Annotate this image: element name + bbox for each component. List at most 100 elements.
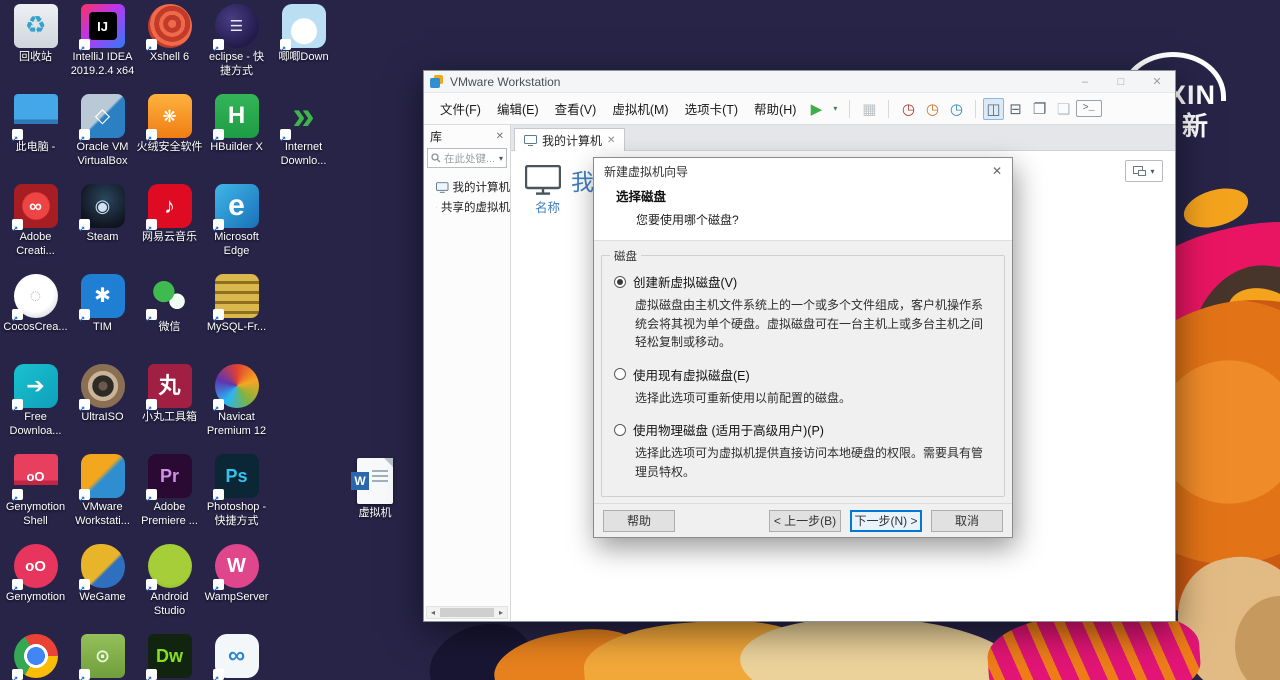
desktop-icon[interactable]	[270, 184, 337, 274]
app-icon-glyph	[290, 642, 318, 670]
scroll-right-icon[interactable]: ▸	[495, 608, 507, 617]
desktop-icon[interactable]: ∞ Adobe Creati...	[2, 184, 69, 274]
desktop-icon[interactable]: 此电脑 -	[2, 94, 69, 184]
shortcut-arrow-icon	[145, 309, 157, 320]
desktop-icon[interactable]: ⊙	[69, 634, 136, 680]
help-button[interactable]: 帮助	[603, 509, 675, 532]
desktop-icon[interactable]: MySQL-Fr...	[203, 274, 270, 364]
app-icon-glyph	[156, 282, 184, 310]
tab-my-computer[interactable]: 我的计算机 ✕	[514, 128, 626, 152]
desktop-icon[interactable]: ∞	[203, 634, 270, 680]
desktop-icon[interactable]	[2, 634, 69, 680]
desktop-icon[interactable]: WeGame	[69, 544, 136, 634]
next-button[interactable]: 下一步(N) >	[850, 509, 922, 532]
desktop-icon[interactable]: » Internet Downlo...	[270, 94, 337, 184]
shortcut-arrow-icon	[11, 399, 23, 410]
close-button[interactable]: ✕	[1139, 71, 1175, 92]
radio-button-icon[interactable]	[614, 275, 626, 288]
radio-button-icon[interactable]	[614, 368, 626, 381]
take-snapshot-button[interactable]: ◷	[896, 98, 920, 120]
desktop-icon[interactable]: VMware Workstati...	[69, 454, 136, 544]
desktop-icon[interactable]: Dw	[136, 634, 203, 680]
scrollbar-thumb[interactable]	[440, 608, 494, 617]
name-column-header[interactable]: 名称	[535, 197, 560, 216]
desktop-icon[interactable]: 微信	[136, 274, 203, 364]
desktop-icon-label: Navicat Premium 12	[206, 411, 267, 437]
menu-item[interactable]: 选项卡(T)	[677, 99, 746, 118]
word-doc-icon: W	[351, 458, 393, 504]
minimize-button[interactable]: –	[1067, 71, 1103, 92]
revert-snapshot-button[interactable]: ◷	[920, 98, 944, 120]
desktop-icon[interactable]: W WampServer	[203, 544, 270, 634]
library-close-icon[interactable]: ✕	[496, 131, 504, 142]
library-toggle-button[interactable]: ◫	[983, 97, 1004, 120]
desktop-icon[interactable]: ☰ eclipse - 快捷方式	[203, 4, 270, 94]
desktop-icon[interactable]: e Microsoft Edge	[203, 184, 270, 274]
power-dropdown-icon[interactable]: ▾	[828, 98, 842, 120]
desktop-icon[interactable]: ❋ 火绒安全软件	[136, 94, 203, 184]
desktop-icon[interactable]: 丸 小丸工具箱	[136, 364, 203, 454]
maximize-button[interactable]: □	[1103, 71, 1139, 92]
radio-option[interactable]: 创建新虚拟磁盘(V)	[614, 272, 992, 291]
tab-label: 我的计算机	[542, 134, 603, 148]
desktop-icon[interactable]	[270, 544, 337, 634]
desktop-icon[interactable]: 唧唧Down	[270, 4, 337, 94]
radio-option-label: 创建新虚拟磁盘(V)	[633, 276, 738, 290]
desktop-icon[interactable]: ➔ Free Downloa...	[2, 364, 69, 454]
power-on-button[interactable]: ▶	[804, 98, 828, 120]
library-search-input[interactable]: 在此处键... ▾	[427, 148, 507, 168]
search-dropdown-icon[interactable]: ▾	[499, 154, 503, 163]
desktop-icon[interactable]: ◇ Oracle VM VirtualBox	[69, 94, 136, 184]
radio-option[interactable]: 使用物理磁盘 (适用于高级用户)(P)	[614, 420, 992, 439]
console-button[interactable]: >_	[1075, 100, 1102, 117]
desktop-icon[interactable]: Ps Photoshop - 快捷方式	[203, 454, 270, 544]
desktop-icon[interactable]: Pr Adobe Premiere ...	[136, 454, 203, 544]
snapshot-manager-button[interactable]: ◷	[944, 98, 968, 120]
desktop-icon[interactable]: oO Genymotion	[2, 544, 69, 634]
desktop-icon[interactable]	[270, 634, 337, 680]
desktop-icon[interactable]: Xshell 6	[136, 4, 203, 94]
console-view-button[interactable]: ▾	[1125, 160, 1163, 182]
dialog-close-icon[interactable]: ✕	[992, 164, 1002, 178]
desktop-icon[interactable]: ◌ CocosCrea...	[2, 274, 69, 364]
desktop-icon[interactable]	[270, 454, 337, 544]
tab-close-icon[interactable]: ✕	[607, 135, 615, 146]
toolbar-separator	[849, 99, 851, 118]
menu-item[interactable]: 查看(V)	[547, 99, 605, 118]
desktop-icon[interactable]: IJ IntelliJ IDEA 2019.2.4 x64	[69, 4, 136, 94]
desktop-icon[interactable]: oO Genymotion Shell	[2, 454, 69, 544]
desktop-icon[interactable]: ✱ TIM	[69, 274, 136, 364]
unity-mode-button[interactable]: ❏	[1052, 98, 1076, 120]
library-hscrollbar[interactable]: ◂ ▸	[426, 606, 508, 619]
radio-button-icon[interactable]	[614, 423, 626, 436]
dialog-titlebar[interactable]: 新建虚拟机向导 ✕	[594, 158, 1012, 184]
menu-item[interactable]: 编辑(E)	[489, 99, 547, 118]
desktop-icon[interactable]	[270, 364, 337, 454]
menu-item[interactable]: 文件(F)	[432, 99, 489, 118]
desktop-icon[interactable]: Navicat Premium 12	[203, 364, 270, 454]
back-button[interactable]: < 上一步(B)	[769, 509, 841, 532]
desktop-icon[interactable]: UltraISO	[69, 364, 136, 454]
cancel-button[interactable]: 取消	[931, 509, 1003, 532]
devices-button[interactable]: ▦	[857, 98, 881, 120]
shortcut-arrow-icon	[212, 309, 224, 320]
scroll-left-icon[interactable]: ◂	[427, 608, 439, 617]
desktop-icon[interactable]: ◉ Steam	[69, 184, 136, 274]
desktop-icon[interactable]: Android Studio	[136, 544, 203, 634]
fullscreen-button[interactable]: ❐	[1028, 98, 1052, 120]
menu-item[interactable]: 帮助(H)	[746, 99, 804, 118]
library-tree-item[interactable]: 我的计算机	[424, 177, 510, 197]
new-vm-wizard-dialog: 新建虚拟机向导 ✕ 选择磁盘 您要使用哪个磁盘? 磁盘 创建新虚拟磁盘(V) 虚…	[593, 157, 1013, 538]
desktop-icon[interactable]: ♻ 回收站	[2, 4, 69, 94]
shortcut-arrow-icon	[145, 129, 157, 140]
desktop-file-vm-doc[interactable]: W 虚拟机	[340, 458, 410, 521]
library-tree-item[interactable]: 共享的虚拟机	[424, 197, 510, 217]
doc-text-lines	[372, 470, 388, 484]
desktop-icon[interactable]: ♪ 网易云音乐	[136, 184, 203, 274]
desktop-icon[interactable]	[270, 274, 337, 364]
window-titlebar[interactable]: VMware Workstation – □ ✕	[424, 71, 1175, 93]
radio-option[interactable]: 使用现有虚拟磁盘(E)	[614, 365, 992, 384]
thumbnail-bar-toggle-button[interactable]: ⊟	[1004, 98, 1028, 120]
menu-item[interactable]: 虚拟机(M)	[604, 99, 676, 118]
desktop-icon[interactable]: H HBuilder X	[203, 94, 270, 184]
